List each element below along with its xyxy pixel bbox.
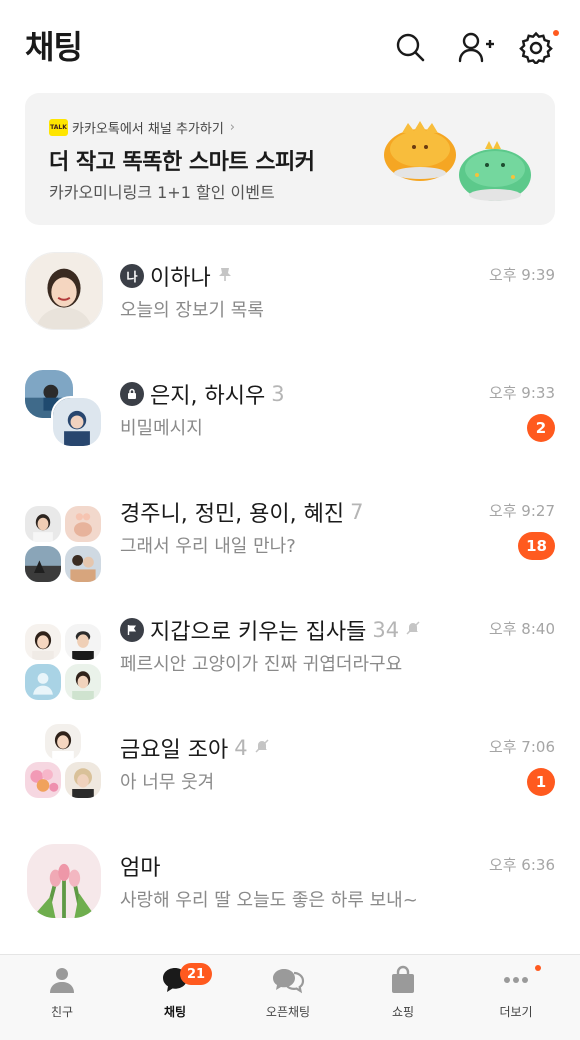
search-icon[interactable] [393, 30, 427, 64]
flag-icon [120, 618, 144, 642]
chat-name: 지갑으로 키우는 집사들 [150, 620, 367, 645]
tab-label: 오픈채팅 [265, 1005, 311, 1019]
settings-gear-icon[interactable] [519, 30, 553, 66]
unread-badge: 2 [527, 414, 555, 442]
orange-speaker-image [384, 121, 456, 181]
message-time: 오후 8:40 [488, 620, 555, 638]
page-title: 채팅 [25, 28, 83, 66]
last-message: 비밀메시지 [120, 418, 203, 439]
mute-bell-icon [405, 620, 421, 640]
chat-row[interactable]: 엄마 사랑해 우리 딸 오늘도 좋은 하루 보내~ 오후 6:36 [0, 822, 580, 922]
chat-row[interactable]: 지갑으로 키우는 집사들 34 페르시안 고양이가 진짜 귀엽더라구요 오후 8… [0, 586, 580, 702]
open-chat-icon [273, 969, 305, 994]
tab-shopping[interactable]: 쇼핑 [358, 965, 448, 1020]
chat-name: 경주니, 정민, 용이, 혜진 [120, 502, 345, 527]
chevron-right-icon: › [229, 120, 235, 135]
settings-new-dot [553, 30, 559, 36]
more-icon [504, 977, 528, 983]
chat-row[interactable]: 금요일 조아 4 아 너무 웃겨 오후 7:06 1 [0, 704, 580, 804]
avatar-group [23, 606, 103, 702]
green-speaker-image [459, 141, 531, 201]
message-time: 오후 9:27 [488, 502, 555, 520]
person-icon [50, 968, 74, 993]
avatar [25, 252, 103, 330]
lock-icon [120, 382, 144, 406]
unread-badge: 18 [518, 532, 555, 560]
avatar-group [23, 488, 103, 584]
shopping-bag-icon [392, 965, 414, 993]
header: 채팅 [0, 0, 580, 92]
channel-add-link[interactable]: TALK 카카오톡에서 채널 추가하기 › [49, 118, 235, 137]
bottom-tab-bar: 친구 21 채팅 오픈채팅 쇼핑 더보기 [0, 954, 580, 1040]
member-count: 7 [350, 500, 364, 524]
tab-label: 친구 [50, 1005, 74, 1019]
mute-bell-icon [254, 738, 270, 758]
tab-friends[interactable]: 친구 [17, 965, 107, 1020]
message-time: 오후 6:36 [488, 856, 555, 874]
tab-label: 쇼핑 [391, 1005, 415, 1019]
me-badge-icon: 나 [120, 264, 144, 288]
banner-title: 더 작고 똑똑한 스마트 스피커 [49, 150, 315, 175]
last-message: 사랑해 우리 딸 오늘도 좋은 하루 보내~ [120, 890, 418, 911]
last-message: 아 너무 웃겨 [120, 772, 215, 793]
chat-name: 엄마 [120, 856, 161, 881]
tab-open-chat[interactable]: 오픈채팅 [243, 965, 333, 1020]
channel-label: 카카오톡에서 채널 추가하기 [72, 122, 224, 137]
ad-banner[interactable]: TALK 카카오톡에서 채널 추가하기 › 더 작고 똑똑한 스마트 스피커 카… [25, 93, 555, 225]
banner-subtitle: 카카오미니링크 1+1 할인 이벤트 [49, 183, 275, 202]
member-count: 3 [271, 382, 285, 406]
member-count: 34 [372, 618, 400, 642]
add-friend-icon[interactable] [457, 30, 495, 64]
tab-chats[interactable]: 21 채팅 [130, 963, 220, 1020]
chat-name: 은지, 하시우 [150, 384, 266, 409]
last-message: 페르시안 고양이가 진짜 귀엽더라구요 [120, 654, 403, 675]
tab-more[interactable]: 더보기 [471, 965, 561, 1020]
last-message: 그래서 우리 내일 만나? [120, 536, 296, 557]
chat-row[interactable]: 경주니, 정민, 용이, 혜진 7 그래서 우리 내일 만나? 오후 9:27 … [0, 468, 580, 584]
last-message: 오늘의 장보기 목록 [120, 300, 264, 321]
message-time: 오후 9:39 [488, 266, 555, 284]
avatar [25, 842, 103, 920]
tab-label: 더보기 [499, 1005, 533, 1019]
avatar-group [23, 722, 103, 802]
unread-badge: 1 [527, 768, 555, 796]
avatar-group [23, 368, 103, 448]
more-new-dot [535, 965, 541, 971]
pin-icon [217, 266, 233, 286]
tab-label: 채팅 [163, 1005, 187, 1019]
chat-name: 이하나 [150, 266, 211, 291]
member-count: 4 [234, 736, 248, 760]
chat-row[interactable]: 은지, 하시우 3 비밀메시지 오후 9:33 2 [0, 350, 580, 450]
message-time: 오후 7:06 [488, 738, 555, 756]
chat-name: 금요일 조아 [120, 738, 229, 763]
chat-row[interactable]: 나 이하나 오늘의 장보기 목록 오후 9:39 [0, 232, 580, 332]
kakaotalk-logo-icon: TALK [49, 119, 68, 136]
message-time: 오후 9:33 [488, 384, 555, 402]
chat-unread-badge: 21 [180, 963, 213, 985]
